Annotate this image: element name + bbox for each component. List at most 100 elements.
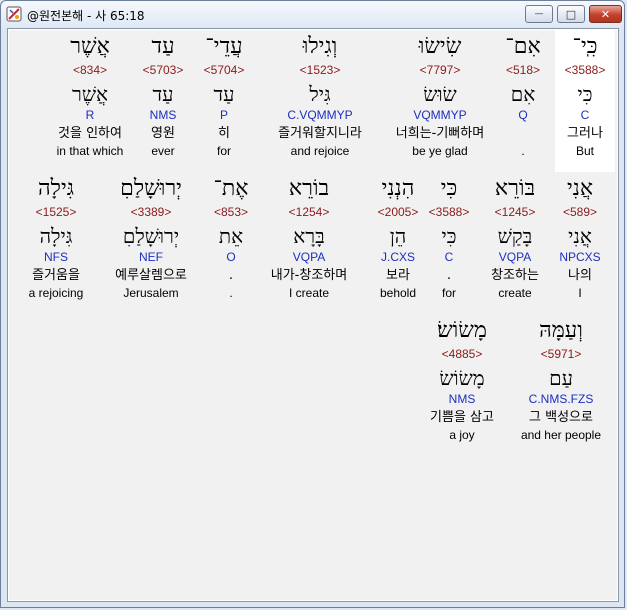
- hebrew-word: אִם־: [505, 34, 541, 59]
- english-gloss: I create: [288, 286, 330, 300]
- strongs-number[interactable]: <7797>: [385, 62, 495, 79]
- strongs-number[interactable]: <4885>: [417, 346, 507, 363]
- title-bar[interactable]: @원전본해 - 사 65:18 — □ ✕: [1, 1, 624, 28]
- minimize-button[interactable]: —: [525, 5, 553, 23]
- hebrew-word: יְרוּשָׁלַםִ: [120, 176, 182, 201]
- morphology-code: Q: [518, 108, 528, 122]
- lemma-word: אֵת: [218, 224, 244, 248]
- hebrew-word: אֲשֶׁר: [70, 34, 110, 59]
- interlinear-word[interactable]: אֶת־ <853> אֵת O..: [206, 174, 256, 302]
- interlinear-word[interactable]: כִּי <3588> כִּי C. for: [427, 174, 472, 302]
- strongs-number[interactable]: <2005>: [371, 204, 426, 221]
- english-gloss: in that which: [56, 144, 124, 158]
- strongs-number[interactable]: <5971>: [511, 346, 611, 363]
- korean-gloss: 나의: [568, 268, 592, 283]
- korean-gloss: .: [228, 268, 234, 283]
- strongs-number[interactable]: <3588>: [427, 204, 472, 221]
- english-gloss: a rejoicing: [28, 286, 84, 300]
- hebrew-word: כִּֽי־: [572, 34, 598, 59]
- hebrew-word: אֲנִי: [566, 176, 594, 201]
- english-gloss: But: [575, 144, 594, 158]
- interlinear-word[interactable]: שִׂישׂוּ <7797> שׂוּשׂ VQMMYP 너희는-기뻐하며 be ye …: [385, 32, 495, 160]
- lemma-word: בָּרָא: [293, 224, 325, 248]
- interlinear-canvas: כִּֽי־ <3588> כִּי C 그러나 But אִם־ <518> אִם Q. שִׂ…: [9, 30, 617, 600]
- korean-gloss: 즐거워할지니라: [278, 126, 362, 141]
- interlinear-word[interactable]: וְעַמָּהּ <5971> עַם C.NMS.FZS 그 백성으로 and her…: [511, 316, 611, 444]
- lemma-word: גִּיל: [309, 82, 331, 106]
- maximize-icon: □: [565, 7, 577, 21]
- strongs-number[interactable]: <853>: [206, 204, 256, 221]
- strongs-number[interactable]: <1254>: [249, 204, 369, 221]
- hebrew-word: וְגִילוּ: [302, 34, 338, 59]
- english-gloss: Jerusalem: [123, 286, 179, 300]
- morphology-code: NPCXS: [559, 250, 601, 264]
- morphology-code: VQPA: [292, 250, 326, 264]
- strongs-number[interactable]: <1245>: [483, 204, 548, 221]
- interlinear-word[interactable]: כִּֽי־ <3588> כִּי C 그러나 But: [555, 32, 615, 160]
- korean-gloss: 기쁨을 삼고: [430, 410, 494, 425]
- interlinear-word[interactable]: אֲנִי <589> אֲנִי NPCXS 나의 I: [550, 174, 610, 302]
- maximize-button[interactable]: □: [557, 5, 585, 23]
- morphology-code: C: [444, 250, 454, 264]
- strongs-number[interactable]: <3389>: [96, 204, 206, 221]
- strongs-number[interactable]: <834>: [35, 62, 145, 79]
- english-gloss: and rejoice: [290, 144, 350, 158]
- app-window: @원전본해 - 사 65:18 — □ ✕ כִּֽי־ <3588> כִּי C 그…: [0, 0, 625, 608]
- interlinear-panel[interactable]: כִּֽי־ <3588> כִּי C 그러나 But אִם־ <518> אִם Q. שִׂ…: [7, 28, 619, 602]
- lemma-word: גִּילָה: [39, 224, 73, 248]
- morphology-code: VQPA: [498, 250, 532, 264]
- hebrew-word: אֶת־: [213, 176, 249, 201]
- korean-gloss: 너희는-기뻐하며: [395, 126, 485, 141]
- interlinear-word[interactable]: עֲדֵי־ <5704> עַד P 히 for: [199, 32, 249, 160]
- interlinear-word[interactable]: מָשׂוֹשׂ׃ <4885> מָשׂוֹשׂ NMS 기쁨을 삼고 a joy: [417, 316, 507, 444]
- lemma-word: עַד: [213, 82, 235, 106]
- strongs-number[interactable]: <518>: [498, 62, 548, 79]
- strongs-number[interactable]: <589>: [550, 204, 610, 221]
- interlinear-word[interactable]: וְגִילוּ <1523> גִּיל C.VQMMYP 즐거워할지니라 and re…: [260, 32, 380, 160]
- lemma-word: כִּי: [441, 224, 457, 248]
- english-gloss: I: [578, 286, 582, 300]
- lemma-word: יְרוּשָׁלַםִ: [122, 224, 180, 248]
- hebrew-word: מָשׂוֹשׂ׃: [437, 318, 487, 343]
- korean-gloss: 창조하는: [491, 268, 539, 283]
- hebrew-word: בוֹרֵא: [288, 176, 330, 201]
- close-icon: ✕: [600, 7, 611, 21]
- lemma-word: אֲשֶׁר: [72, 82, 108, 106]
- english-gloss: for: [216, 144, 231, 158]
- hebrew-word: עֲדֵי־: [205, 34, 243, 59]
- interlinear-word[interactable]: יְרוּשָׁלַםִ <3389> יְרוּשָׁלַםִ NEF 예루살렘으로 J…: [96, 174, 206, 302]
- english-gloss: and her people: [520, 428, 602, 442]
- english-gloss: behold: [379, 286, 417, 300]
- interlinear-word[interactable]: הִנְנִי <2005> הֵן J.CXS 보라 behold: [371, 174, 426, 302]
- hebrew-word: הִנְנִי: [381, 176, 415, 201]
- interlinear-word[interactable]: אִם־ <518> אִם Q.: [498, 32, 548, 160]
- close-button[interactable]: ✕: [589, 5, 622, 23]
- interlinear-word[interactable]: גִּילָה <1525> גִּילָה NFS 즐거움을 a rejoicing: [11, 174, 101, 302]
- korean-gloss: 예루살렘으로: [115, 268, 187, 283]
- korean-gloss: 즐거움을: [32, 268, 80, 283]
- morphology-code: VQMMYP: [413, 108, 467, 122]
- korean-gloss: .: [446, 268, 452, 283]
- strongs-number[interactable]: <5704>: [199, 62, 249, 79]
- lemma-word: בָּקַשׁ: [497, 224, 533, 248]
- korean-gloss: 보라: [386, 268, 410, 283]
- strongs-number[interactable]: <3588>: [555, 62, 615, 79]
- korean-gloss: 그러나: [567, 126, 603, 141]
- morphology-code: NMS: [448, 392, 476, 406]
- english-gloss: a joy: [449, 428, 475, 442]
- interlinear-word[interactable]: אֲשֶׁר <834> אֲשֶׁר R 것을 인하여 in that which: [35, 32, 145, 160]
- english-gloss: for: [441, 286, 456, 300]
- app-icon: [6, 6, 22, 22]
- english-gloss: .: [229, 286, 233, 300]
- korean-gloss: 것을 인하여: [58, 126, 122, 141]
- lemma-word: כִּי: [577, 82, 593, 106]
- interlinear-word[interactable]: בּוֹרֵא <1245> בָּקַשׁ VQPA 창조하는 create: [483, 174, 548, 302]
- hebrew-word: גִּילָה: [38, 176, 74, 201]
- strongs-number[interactable]: <1523>: [260, 62, 380, 79]
- strongs-number[interactable]: <1525>: [11, 204, 101, 221]
- hebrew-word: וְעַמָּהּ: [539, 318, 583, 343]
- morphology-code: J.CXS: [380, 250, 415, 264]
- interlinear-word[interactable]: בוֹרֵא <1254> בָּרָא VQPA 내가-창조하며 I create: [249, 174, 369, 302]
- korean-gloss: 내가-창조하며: [270, 268, 348, 283]
- english-gloss: be ye glad: [412, 144, 468, 158]
